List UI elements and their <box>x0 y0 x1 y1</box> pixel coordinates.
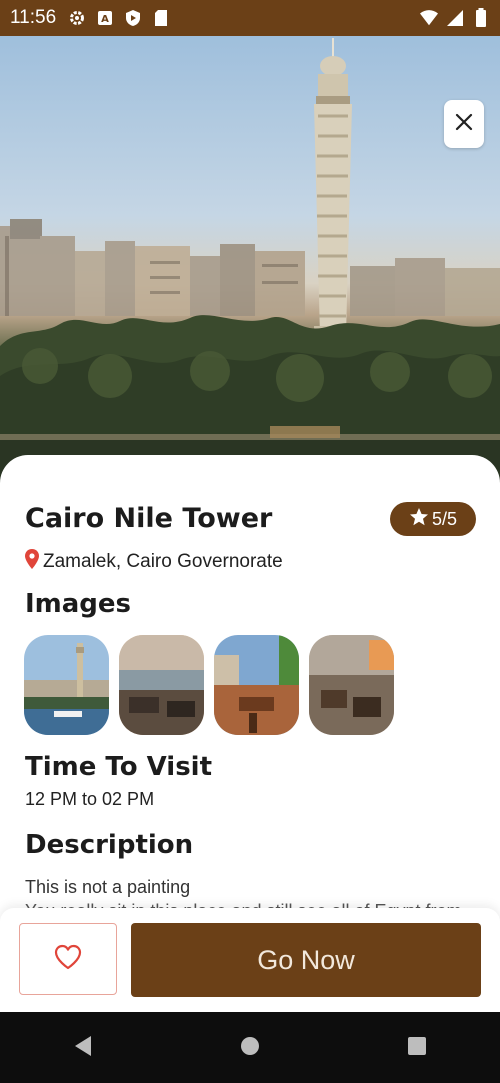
cairo-tower-illustration <box>0 38 500 486</box>
location-row: Zamalek, Cairo Governorate <box>25 549 283 575</box>
sdcard-icon <box>152 9 170 27</box>
gallery-image-terrace-2[interactable] <box>214 635 299 735</box>
status-icons-right <box>420 8 490 27</box>
rating-value: 5/5 <box>431 508 458 529</box>
go-now-button[interactable]: Go Now <box>131 923 481 997</box>
hero-image <box>0 36 500 486</box>
system-nav-bar <box>0 1012 500 1083</box>
visit-time: 12 PM to 02 PM <box>25 789 155 809</box>
location-pin-icon <box>25 549 39 575</box>
a-icon: A <box>96 9 114 27</box>
images-heading: Images <box>25 589 132 619</box>
favorite-button[interactable] <box>19 923 117 995</box>
rating-badge: 5/5 <box>390 502 476 536</box>
description-text: This is not a painting <box>25 877 191 897</box>
close-button[interactable] <box>444 100 484 148</box>
wifi-icon <box>420 9 438 27</box>
gear-icon <box>68 9 86 27</box>
status-bar: 11:56 A <box>0 0 500 36</box>
recents-icon[interactable] <box>407 1036 427 1060</box>
svg-text:A: A <box>101 14 109 25</box>
gallery-image-terrace-1[interactable] <box>119 635 204 735</box>
signal-icon <box>446 9 464 27</box>
battery-icon <box>472 8 490 27</box>
shield-icon <box>124 9 142 27</box>
gallery-image-tower[interactable] <box>24 635 109 735</box>
description-heading: Description <box>25 830 194 860</box>
status-icons-left: A <box>68 9 170 27</box>
location-text: Zamalek, Cairo Governorate <box>43 551 283 572</box>
place-title: Cairo Nile Tower <box>25 503 273 534</box>
heart-icon <box>54 944 82 974</box>
visit-heading: Time To Visit <box>25 752 213 782</box>
status-time: 11:56 <box>10 7 57 28</box>
action-bar: Go Now <box>0 908 500 1012</box>
gallery-image-terrace-3[interactable] <box>309 635 394 735</box>
close-icon <box>455 113 473 135</box>
images-gallery <box>24 635 394 735</box>
home-icon[interactable] <box>240 1036 260 1060</box>
back-icon[interactable] <box>73 1034 93 1062</box>
star-icon <box>409 507 429 532</box>
